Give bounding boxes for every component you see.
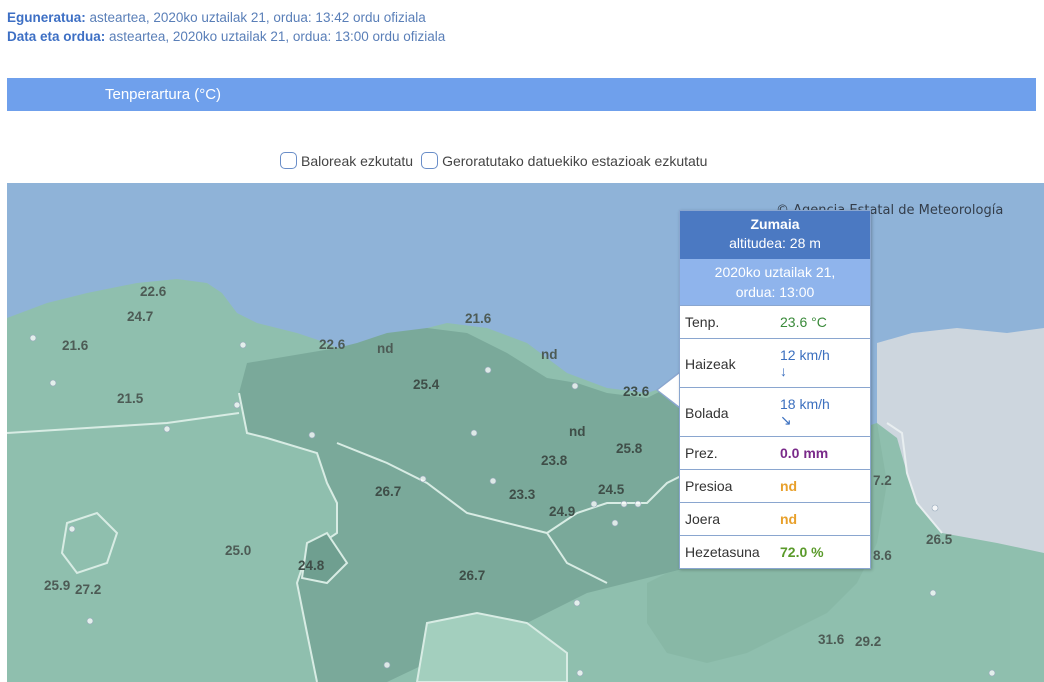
value-label[interactable]: 24.9 — [549, 504, 575, 519]
popup-header: Zumaia altitudea: 28 m — [680, 211, 870, 259]
value-label[interactable]: 27.2 — [75, 582, 101, 597]
temperature-value: 23.6 °C — [780, 314, 827, 330]
value-label[interactable]: nd — [377, 341, 394, 356]
value-label[interactable]: 23.8 — [541, 453, 568, 468]
station-dot[interactable] — [484, 366, 492, 374]
value-label[interactable]: 26.5 — [926, 532, 953, 547]
station-dot[interactable] — [419, 475, 427, 483]
value-label[interactable]: 25.9 — [44, 578, 70, 593]
datetime-label: Data eta ordua: — [7, 29, 106, 44]
humidity-row: Hezetasuna 72.0 % — [680, 535, 870, 568]
station-dot[interactable] — [590, 500, 598, 508]
popup-date-line1: 2020ko uztailak 21, — [714, 264, 836, 280]
station-altitude: altitudea: 28 m — [729, 235, 821, 251]
value-label[interactable]: 24.7 — [127, 309, 153, 324]
station-name: Zumaia — [750, 216, 800, 232]
pressure-row: Presioa nd — [680, 469, 870, 502]
value-label[interactable]: 23.3 — [509, 487, 536, 502]
value-label[interactable]: 22.6 — [140, 284, 167, 299]
wind-value: 12 km/h — [780, 347, 830, 363]
updated-value: asteartea, 2020ko uztailak 21, ordua: 13… — [89, 10, 426, 25]
value-label[interactable]: 26.7 — [459, 568, 485, 583]
station-dot[interactable] — [163, 425, 171, 433]
station-dot[interactable] — [86, 617, 94, 625]
value-label[interactable]: 29.2 — [855, 634, 881, 649]
temperature-row: Tenp. 23.6 °C — [680, 305, 870, 338]
station-dot[interactable] — [308, 431, 316, 439]
value-label[interactable]: 8.6 — [873, 548, 892, 563]
value-label[interactable]: 31.6 — [818, 632, 845, 647]
pressure-value: nd — [780, 478, 798, 494]
station-dot[interactable] — [68, 525, 76, 533]
station-dot[interactable] — [988, 669, 996, 677]
value-label[interactable]: 23.6 — [623, 384, 650, 399]
wind-label: Haizeak — [685, 356, 736, 372]
value-label[interactable]: 21.6 — [465, 311, 492, 326]
hide-late-stations-checkbox[interactable] — [421, 152, 439, 169]
station-dot[interactable] — [929, 589, 937, 597]
gust-row: Bolada 18 km/h ↘ — [680, 387, 870, 436]
value-label[interactable]: 7.2 — [873, 473, 892, 488]
updated-line: Eguneratua: asteartea, 2020ko uztailak 2… — [7, 8, 445, 27]
updated-label: Eguneratua: — [7, 10, 86, 25]
station-dot[interactable] — [470, 429, 478, 437]
precipitation-value: 0.0 mm — [780, 445, 829, 461]
value-label[interactable]: 24.8 — [298, 558, 325, 573]
hide-values-label[interactable]: Baloreak ezkutatu — [301, 153, 413, 169]
trend-value: nd — [780, 511, 798, 527]
section-header: Tenperartura (°C) — [7, 78, 1036, 111]
wind-direction-icon: ↓ — [780, 363, 787, 379]
map-canvas: © Agencia Estatal de Meteorología 22.6 2… — [7, 183, 1044, 682]
map-options: Baloreak ezkutatu Geroratutako datuekiko… — [280, 152, 715, 169]
station-dot[interactable] — [233, 401, 241, 409]
value-label[interactable]: 24.5 — [598, 482, 625, 497]
gust-value: 18 km/h — [780, 396, 830, 412]
station-dot[interactable] — [239, 341, 247, 349]
station-dot[interactable] — [571, 382, 579, 390]
station-dot[interactable] — [383, 661, 391, 669]
datetime-line: Data eta ordua: asteartea, 2020ko uztail… — [7, 27, 445, 46]
trend-row: Joera nd — [680, 502, 870, 535]
value-label[interactable]: nd — [569, 424, 586, 439]
station-dot[interactable] — [611, 519, 619, 527]
station-dot[interactable] — [29, 334, 37, 342]
station-popup: Zumaia altitudea: 28 m 2020ko uztailak 2… — [679, 210, 871, 569]
value-label[interactable]: 25.4 — [413, 377, 440, 392]
gust-value-group: 18 km/h ↘ — [780, 396, 830, 427]
station-dot[interactable] — [576, 669, 584, 677]
popup-pointer-fill — [658, 373, 680, 407]
pressure-label: Presioa — [685, 478, 733, 494]
wind-row: Haizeak 12 km/h ↓ — [680, 338, 870, 387]
value-label[interactable]: 26.7 — [375, 484, 401, 499]
precipitation-label: Prez. — [685, 445, 718, 461]
trend-label: Joera — [685, 511, 721, 527]
value-label[interactable]: 22.6 — [319, 337, 346, 352]
temperature-label: Tenp. — [685, 314, 720, 330]
precipitation-row: Prez. 0.0 mm — [680, 436, 870, 469]
wind-value-group: 12 km/h ↓ — [780, 347, 830, 378]
value-label[interactable]: 25.0 — [225, 543, 251, 558]
value-label[interactable]: 21.5 — [117, 391, 144, 406]
station-dot[interactable] — [931, 504, 939, 512]
hide-values-checkbox[interactable] — [280, 152, 297, 169]
station-dot[interactable] — [573, 599, 581, 607]
temperature-map[interactable]: © Agencia Estatal de Meteorología 22.6 2… — [7, 183, 1044, 682]
station-dot[interactable] — [620, 500, 628, 508]
humidity-value: 72.0 % — [780, 544, 824, 560]
gust-direction-icon: ↘ — [780, 412, 792, 428]
hide-late-stations-label[interactable]: Geroratutako datuekiko estazioak ezkutat… — [442, 153, 707, 169]
datetime-value: asteartea, 2020ko uztailak 21, ordua: 13… — [109, 29, 446, 44]
value-label[interactable]: nd — [541, 347, 558, 362]
value-label[interactable]: 25.8 — [616, 441, 643, 456]
station-dot[interactable] — [489, 477, 497, 485]
station-dot[interactable] — [634, 500, 642, 508]
station-dot[interactable] — [49, 379, 57, 387]
popup-date: 2020ko uztailak 21, ordua: 13:00 — [680, 259, 870, 305]
update-info: Eguneratua: asteartea, 2020ko uztailak 2… — [7, 8, 445, 46]
gust-label: Bolada — [685, 405, 729, 421]
popup-date-line2: ordua: 13:00 — [735, 284, 815, 300]
section-title: Tenperartura (°C) — [105, 86, 222, 103]
humidity-label: Hezetasuna — [685, 544, 760, 560]
value-label[interactable]: 21.6 — [62, 338, 89, 353]
